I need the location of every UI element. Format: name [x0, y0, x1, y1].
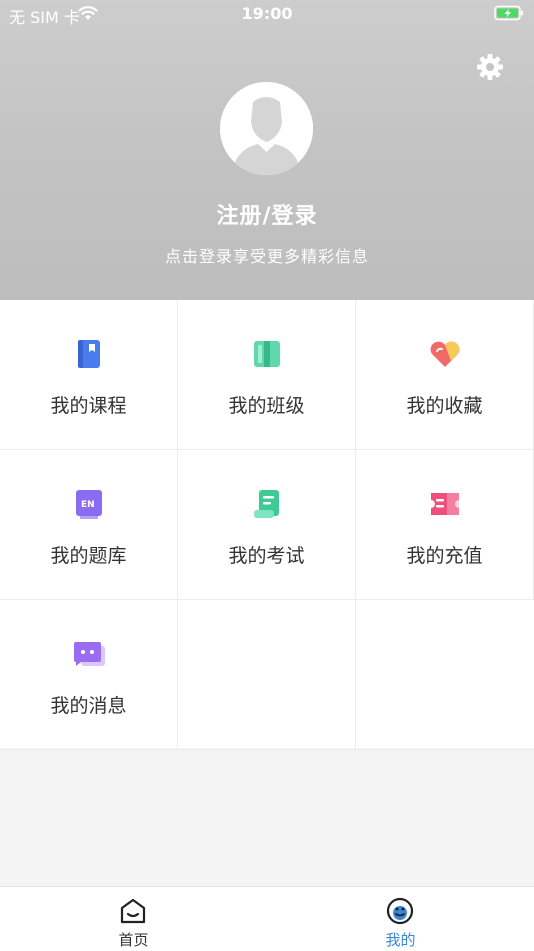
clock: 19:00: [241, 4, 293, 23]
default-avatar-icon: [220, 82, 313, 175]
menu-label: 我的班级: [228, 395, 305, 417]
bottom-tab-bar: 首页 我的: [0, 886, 534, 951]
menu-label: 我的考试: [228, 545, 305, 567]
menu-my-courses[interactable]: 我的课程: [0, 300, 178, 450]
book-icon: [78, 340, 100, 368]
profile-face-icon: [386, 897, 414, 925]
home-icon: [120, 898, 146, 924]
menu-my-exams[interactable]: 我的考试: [178, 450, 356, 600]
menu-grid: 我的课程 我的班级 我的收藏 EN 我的题库 我的考试 我的充值 我的消息: [0, 300, 534, 750]
login-register-title[interactable]: 注册/登录: [0, 198, 534, 230]
menu-label: 我的题库: [50, 545, 127, 567]
menu-label: 我的收藏: [406, 395, 483, 417]
profile-header: 无 SIM 卡 19:00 注册/登录 点击登录享受更多精彩信息: [0, 0, 534, 300]
menu-my-recharge[interactable]: 我的充值: [356, 450, 534, 600]
login-subtitle: 点击登录享受更多精彩信息: [164, 247, 369, 266]
scroll-icon: [254, 490, 279, 518]
svg-text:EN: EN: [81, 500, 95, 510]
question-bank-icon: EN: [76, 490, 102, 519]
tab-home[interactable]: 首页: [0, 887, 267, 951]
menu-my-favorites[interactable]: 我的收藏: [356, 300, 534, 450]
message-icon: [74, 642, 105, 666]
open-book-icon: [254, 341, 280, 367]
menu-label: 我的消息: [50, 695, 127, 717]
battery-charging-icon: [494, 5, 523, 21]
status-bar: 无 SIM 卡 19:00: [0, 0, 534, 28]
menu-label: 我的课程: [50, 395, 127, 417]
menu-label: 我的充值: [406, 545, 483, 567]
menu-my-question-bank[interactable]: EN 我的题库: [0, 450, 178, 600]
tab-label: 我的: [385, 931, 416, 949]
tab-mine[interactable]: 我的: [267, 887, 534, 951]
ticket-icon: [431, 493, 459, 515]
menu-empty-cell: [356, 600, 534, 750]
gear-icon[interactable]: [475, 52, 505, 82]
menu-empty-cell: [178, 600, 356, 750]
menu-my-messages[interactable]: 我的消息: [0, 600, 178, 750]
avatar[interactable]: [220, 82, 313, 175]
heart-icon: [430, 341, 460, 367]
tab-label: 首页: [118, 931, 149, 949]
menu-my-classes[interactable]: 我的班级: [178, 300, 356, 450]
